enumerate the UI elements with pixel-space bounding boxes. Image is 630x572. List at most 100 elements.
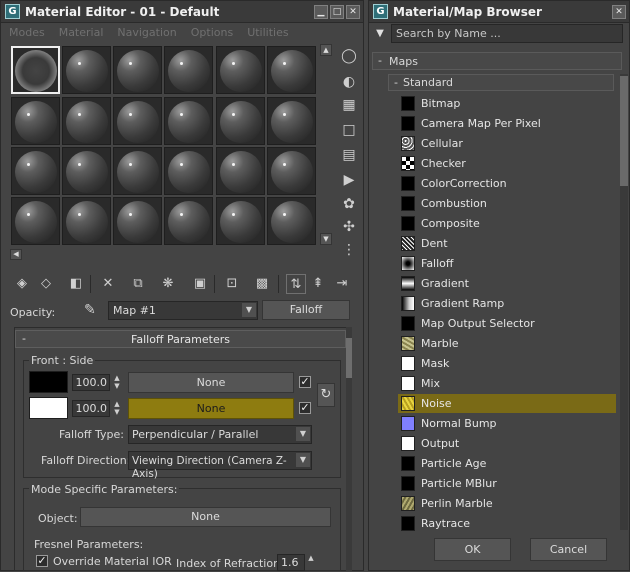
sample-slot[interactable] — [113, 97, 162, 145]
map-list-item[interactable]: Camera Map Per Pixel — [398, 114, 616, 133]
map-list-item[interactable]: Normal Bump — [398, 414, 616, 433]
sample-slot[interactable] — [11, 147, 60, 195]
category-toggle[interactable]: - — [378, 54, 382, 67]
sample-slot[interactable] — [62, 197, 111, 245]
override-ior-checkbox[interactable]: ✓ — [36, 555, 48, 567]
get-material-icon[interactable]: ◈ — [12, 274, 32, 294]
sample-slot[interactable] — [62, 46, 111, 94]
map-list-item[interactable]: Gradient Ramp — [398, 294, 616, 313]
eyedropper-icon[interactable]: ✎ — [84, 302, 96, 318]
map-list-item[interactable]: Checker — [398, 154, 616, 173]
video-color-check-icon[interactable]: ▤ — [339, 145, 359, 165]
sample-slot[interactable] — [216, 46, 265, 94]
copy-material-icon[interactable]: ⧉ — [128, 274, 148, 294]
material-map-navigator-icon[interactable]: ⋮ — [339, 240, 359, 260]
grid-scroll-down-button[interactable]: ▼ — [320, 233, 332, 245]
menu-utilities[interactable]: Utilities — [247, 26, 288, 39]
map-list-item[interactable]: Falloff — [398, 254, 616, 273]
map-list-item[interactable]: Particle Age — [398, 454, 616, 473]
sample-slot[interactable] — [11, 97, 60, 145]
side-map-enable-checkbox[interactable]: ✓ — [299, 402, 311, 414]
front-map-enable-checkbox[interactable]: ✓ — [299, 376, 311, 388]
sample-slot[interactable] — [164, 197, 213, 245]
menu-options[interactable]: Options — [191, 26, 233, 39]
map-list-item[interactable]: Map Output Selector — [398, 314, 616, 333]
side-color-swatch[interactable] — [29, 397, 68, 419]
map-list-item[interactable]: Mix — [398, 374, 616, 393]
ok-button[interactable]: OK — [434, 538, 511, 561]
sample-slot[interactable] — [11, 197, 60, 245]
map-list-item[interactable]: Raytrace — [398, 514, 616, 533]
make-unique-icon[interactable]: ❋ — [158, 274, 178, 294]
go-to-parent-icon[interactable]: ⇞ — [308, 274, 328, 294]
sample-slot[interactable] — [164, 97, 213, 145]
front-map-button[interactable]: None — [128, 372, 294, 393]
scrollbar-thumb[interactable] — [346, 338, 352, 378]
menu-navigation[interactable]: Navigation — [117, 26, 176, 39]
front-color-swatch[interactable] — [29, 371, 68, 393]
map-list-item[interactable]: Output — [398, 434, 616, 453]
grid-scroll-up-button[interactable]: ▲ — [320, 44, 332, 56]
side-amount-spin-arrows[interactable]: ▲ ▼ — [112, 400, 122, 418]
material-editor-titlebar[interactable]: G Material Editor - 01 - Default ▁ □ ✕ — [1, 1, 363, 23]
side-amount-spinner[interactable]: 100.0 — [72, 400, 110, 417]
sample-slot[interactable] — [216, 147, 265, 195]
chevron-down-icon[interactable]: ▼ — [242, 303, 256, 317]
maps-category-header[interactable]: - Maps — [372, 52, 622, 70]
sample-slot[interactable] — [267, 97, 316, 145]
map-name-field[interactable]: Map #1 ▼ — [108, 301, 258, 320]
search-input[interactable]: Search by Name ... — [391, 24, 623, 43]
sample-type-sphere-icon[interactable]: ◯ — [339, 46, 359, 66]
subcategory-toggle[interactable]: - — [394, 76, 398, 89]
close-icon[interactable]: ✕ — [612, 4, 626, 19]
browser-scrollbar-thumb[interactable] — [620, 76, 628, 186]
front-amount-spinner[interactable]: 100.0 — [72, 374, 110, 391]
chevron-down-icon[interactable]: ▼ — [296, 427, 310, 441]
sample-slot[interactable] — [267, 46, 316, 94]
ior-spin-arrows[interactable]: ▲ — [306, 554, 316, 572]
map-list-item[interactable]: Marble — [398, 334, 616, 353]
make-preview-icon[interactable]: ▶ — [339, 170, 359, 190]
go-forward-sibling-icon[interactable]: ⇥ — [332, 274, 352, 294]
put-to-scene-icon[interactable]: ◇ — [36, 274, 56, 294]
menu-material[interactable]: Material — [59, 26, 104, 39]
close-icon[interactable]: ✕ — [346, 4, 360, 19]
restore-icon[interactable]: □ — [330, 4, 344, 19]
reset-map-icon[interactable]: ✕ — [98, 274, 118, 294]
object-pick-button[interactable]: None — [80, 507, 331, 527]
swap-colors-button[interactable]: ↻ — [317, 383, 335, 407]
sample-slot[interactable] — [113, 197, 162, 245]
sample-slot[interactable] — [62, 97, 111, 145]
side-map-button[interactable]: None — [128, 398, 294, 419]
grid-scroll-left-button[interactable]: ◀ — [10, 249, 22, 260]
front-amount-spin-arrows[interactable]: ▲ ▼ — [112, 374, 122, 392]
sample-slot[interactable] — [113, 147, 162, 195]
material-id-channel-icon[interactable]: ⊡ — [222, 274, 242, 294]
map-list-item[interactable]: ColorCorrection — [398, 174, 616, 193]
minimize-icon[interactable]: ▁ — [314, 4, 328, 19]
sample-slot[interactable] — [62, 147, 111, 195]
map-list-item[interactable]: Gradient — [398, 274, 616, 293]
standard-subcategory-header[interactable]: - Standard — [388, 74, 614, 91]
map-list-item[interactable]: Dent — [398, 234, 616, 253]
options-icon[interactable]: ✿ — [339, 194, 359, 214]
put-to-library-icon[interactable]: ▣ — [190, 274, 210, 294]
sample-slot[interactable] — [164, 147, 213, 195]
falloff-direction-dropdown[interactable]: Viewing Direction (Camera Z-Axis) ▼ — [128, 451, 312, 480]
chevron-down-icon[interactable]: ▼ — [296, 453, 310, 467]
map-type-button[interactable]: Falloff — [262, 300, 350, 320]
falloff-type-dropdown[interactable]: Perpendicular / Parallel ▼ — [128, 425, 312, 444]
map-list-item[interactable]: Noise — [398, 394, 616, 413]
map-list-item[interactable]: Mask — [398, 354, 616, 373]
sample-slot[interactable] — [267, 147, 316, 195]
menu-modes[interactable]: Modes — [9, 26, 45, 39]
cancel-button[interactable]: Cancel — [530, 538, 607, 561]
map-list-item[interactable]: Perlin Marble — [398, 494, 616, 513]
map-list-item[interactable]: Composite — [398, 214, 616, 233]
map-list-item[interactable]: Particle MBlur — [398, 474, 616, 493]
select-by-material-icon[interactable]: ✣ — [339, 217, 359, 237]
browser-titlebar[interactable]: G Material/Map Browser ✕ — [369, 1, 629, 23]
browser-options-icon[interactable]: ▼ — [372, 26, 388, 42]
sample-slot[interactable] — [11, 46, 60, 94]
map-list-item[interactable]: Combustion — [398, 194, 616, 213]
